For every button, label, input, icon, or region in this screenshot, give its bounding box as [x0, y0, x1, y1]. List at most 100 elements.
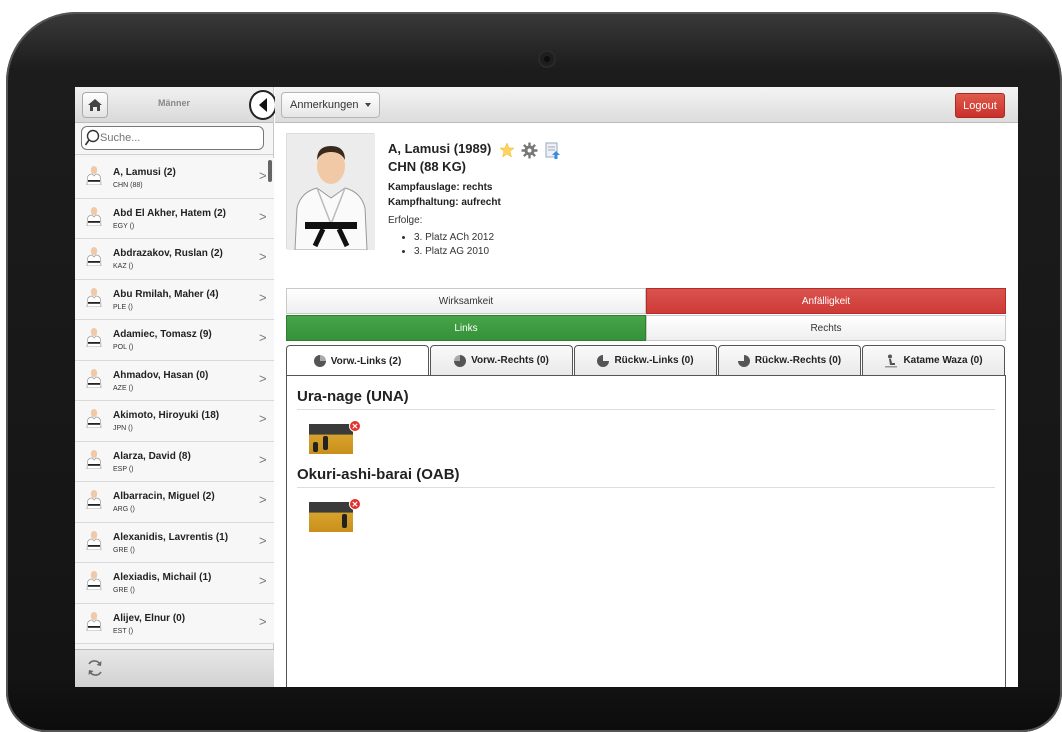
- video-thumbnail[interactable]: ✕: [309, 498, 361, 532]
- athlete-name: Akimoto, Hiroyuki (18): [113, 410, 220, 421]
- tab-label: Vorw.-Rechts (0): [471, 355, 549, 366]
- notes-label: Anmerkungen: [290, 99, 359, 111]
- list-item[interactable]: Ahmadov, Hasan (0) AZE () >: [75, 360, 274, 401]
- technique-title: Ura-nage (UNA): [297, 388, 995, 410]
- technique-title: Okuri-ashi-barai (OAB): [297, 466, 995, 488]
- achievement-item: 3. Platz ACh 2012: [414, 231, 788, 245]
- sidebar-title: Männer: [157, 98, 190, 108]
- fight-posture: Kampfhaltung: aufrecht: [388, 197, 501, 208]
- pie-quarter-icon: [454, 354, 467, 367]
- chevron-right-icon: >: [259, 613, 267, 629]
- chevron-right-icon: >: [259, 168, 267, 183]
- judoka-avatar-icon: [86, 409, 102, 428]
- athlete-name: Alijev, Elnur (0): [113, 612, 186, 624]
- athlete-country: PLE (): [113, 303, 133, 311]
- search-bar: [75, 123, 273, 155]
- athlete-name: Abd El Akher, Hatem (2): [113, 207, 226, 219]
- fight-stance: Kampfauslage: rechts: [388, 182, 493, 193]
- athlete-country: GRE (): [113, 587, 135, 594]
- list-item[interactable]: Abu Rmilah, Maher (4) PLE () >: [75, 279, 274, 320]
- athlete-name: Adamiec, Tomasz (9): [113, 329, 212, 340]
- search-input[interactable]: [100, 130, 258, 146]
- athlete-country: JPN (): [113, 425, 133, 432]
- athlete-country: EGY (): [113, 222, 135, 230]
- achievement-item: 3. Platz AG 2010: [414, 245, 788, 259]
- list-item[interactable]: Akimoto, Hiroyuki (18) JPN () >: [75, 401, 274, 442]
- scrollbar[interactable]: [268, 160, 272, 182]
- logout-button[interactable]: Logout: [955, 93, 1005, 118]
- chevron-right-icon: >: [259, 330, 267, 345]
- athlete-country: AZE (): [113, 384, 134, 392]
- tab-panel: Ura-nage (UNA) ✕ Okuri-ashi-barai (OAB) …: [286, 375, 1006, 687]
- delete-icon[interactable]: ✕: [349, 498, 361, 510]
- right-toggle[interactable]: Rechts: [646, 315, 1006, 341]
- tab-katame-waza[interactable]: Katame Waza (0): [862, 345, 1005, 375]
- search-icon: [84, 129, 100, 146]
- list-item[interactable]: A, Lamusi (2) CHN (88) >: [75, 158, 274, 199]
- athlete-country: CHN (88): [113, 182, 143, 189]
- athlete-country: ARG (): [113, 506, 135, 513]
- athlete-country: POL (): [113, 344, 134, 351]
- chevron-right-icon: >: [259, 492, 267, 507]
- top-bar: Anmerkungen Logout: [275, 87, 1018, 123]
- tab-forward-left[interactable]: Vorw.-Links (2): [286, 345, 429, 376]
- athlete-name: Abdrazakov, Ruslan (2): [113, 248, 223, 259]
- judoka-avatar-icon: [86, 571, 102, 590]
- list-item[interactable]: Adamiec, Tomasz (9) POL () >: [75, 320, 274, 361]
- caret-down-icon: [364, 103, 371, 107]
- side-toggle: Links Rechts: [286, 315, 1006, 341]
- mode-toggle: Wirksamkeit Anfälligkeit: [286, 288, 1006, 314]
- list-item[interactable]: Alexanidis, Lavrentis (1) GRE () >: [75, 522, 274, 563]
- athlete-name: Abu Rmilah, Maher (4): [113, 288, 219, 300]
- athlete-name: A, Lamusi (2): [113, 167, 176, 178]
- refresh-icon[interactable]: [85, 659, 105, 677]
- athlete-list: A, Lamusi (2) CHN (88) > Abd El Akher, Hate…: [75, 158, 274, 649]
- video-thumbnail[interactable]: ✕: [309, 420, 361, 454]
- gear-icon[interactable]: [521, 142, 538, 159]
- home-icon: [88, 99, 102, 111]
- judoka-avatar-icon: [86, 368, 102, 388]
- notes-dropdown[interactable]: Anmerkungen: [281, 92, 380, 118]
- home-button[interactable]: [82, 92, 108, 118]
- chevron-right-icon: >: [259, 289, 267, 305]
- export-document-icon[interactable]: [544, 142, 561, 160]
- left-toggle[interactable]: Links: [286, 315, 646, 341]
- list-item[interactable]: Albarracin, Miguel (2) ARG () >: [75, 482, 274, 523]
- tab-label: Vorw.-Links (2): [330, 355, 402, 367]
- tab-forward-right[interactable]: Vorw.-Rechts (0): [430, 345, 573, 375]
- chevron-right-icon: >: [259, 370, 267, 386]
- judoka-avatar-icon: [86, 287, 102, 307]
- profile-info: A, Lamusi (1989) CHN (88 KG) Kampfauslag…: [388, 142, 788, 259]
- star-icon[interactable]: [499, 142, 515, 158]
- athlete-country: ESP (): [113, 465, 134, 473]
- tab-backward-left[interactable]: Rückw.-Links (0): [574, 345, 717, 375]
- list-item[interactable]: Alexiadis, Michail (1) GRE () >: [75, 563, 274, 604]
- effectiveness-toggle[interactable]: Wirksamkeit: [286, 288, 646, 314]
- chevron-right-icon: >: [259, 451, 267, 467]
- vulnerability-toggle[interactable]: Anfälligkeit: [646, 288, 1006, 314]
- main-content: Anmerkungen Logout A, Lamusi (1989) CHN …: [275, 87, 1018, 687]
- achievements-list: 3. Platz ACh 2012 3. Platz AG 2010: [388, 231, 788, 259]
- tab-label: Rückw.-Rechts (0): [754, 355, 842, 366]
- sidebar: Männer A, Lamusi (2) CHN (88) > Abd El Akhe…: [75, 87, 277, 687]
- list-item[interactable]: Alijev, Elnur (0) EST () >: [75, 603, 274, 644]
- list-item[interactable]: Abdrazakov, Ruslan (2) KAZ () >: [75, 239, 274, 280]
- judoka-avatar-icon: [86, 206, 102, 226]
- delete-icon[interactable]: ✕: [349, 420, 361, 432]
- athlete-photo: [286, 133, 375, 251]
- thumbnail-image: [309, 502, 353, 532]
- athlete-country: KAZ (): [113, 263, 134, 270]
- sidebar-header: Männer: [75, 87, 277, 123]
- judoka-avatar-icon: [86, 611, 102, 631]
- list-item[interactable]: Alarza, David (8) ESP () >: [75, 441, 274, 482]
- list-item[interactable]: Abd El Akher, Hatem (2) EGY () >: [75, 198, 274, 239]
- fighter-figure: [313, 442, 318, 452]
- athlete-name: Alarza, David (8): [113, 450, 191, 462]
- person-ground-icon: [885, 354, 898, 367]
- pie-quarter-icon: [313, 355, 326, 367]
- pie-quarter-icon: [597, 354, 610, 367]
- arrow-left-icon: [259, 98, 267, 112]
- collapse-sidebar-button[interactable]: [249, 90, 277, 120]
- tab-backward-right[interactable]: Rückw.-Rechts (0): [718, 345, 861, 375]
- athlete-name: A, Lamusi (1989): [388, 141, 492, 156]
